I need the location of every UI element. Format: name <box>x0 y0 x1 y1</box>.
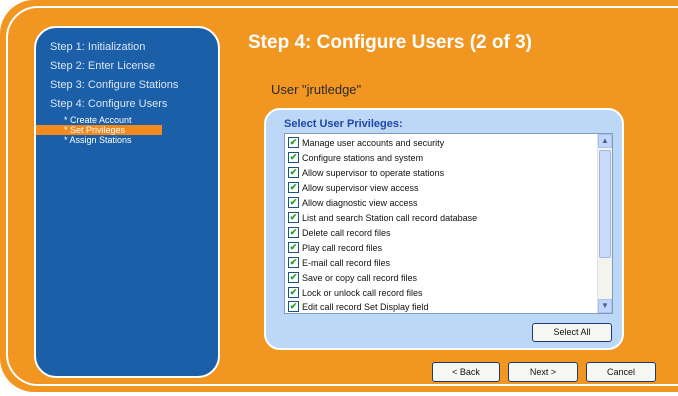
user-label: User "jrutledge" <box>271 82 362 97</box>
checkbox-checked-icon[interactable]: ✔ <box>288 272 299 284</box>
checkbox-checked-icon[interactable]: ✔ <box>288 227 299 239</box>
privilege-item[interactable]: ✔ Allow diagnostic view access <box>288 196 418 210</box>
privilege-label: Lock or unlock call record files <box>302 288 423 298</box>
substep-set-privileges: * Set Privileges <box>36 125 162 135</box>
privilege-item[interactable]: ✔ Edit call record Set Display field <box>288 300 429 313</box>
privilege-item[interactable]: ✔ Manage user accounts and security <box>288 136 444 150</box>
privilege-item[interactable]: ✔ Play call record files <box>288 241 382 255</box>
privilege-label: Play call record files <box>302 243 383 253</box>
steps-sidebar: Step 1: Initialization Step 2: Enter Lic… <box>34 26 220 378</box>
step-configure-stations: Step 3: Configure Stations <box>50 79 179 91</box>
substep-create-account: * Create Account <box>64 115 132 125</box>
cancel-button[interactable]: Cancel <box>586 362 656 382</box>
checkbox-checked-icon[interactable]: ✔ <box>288 182 299 194</box>
checkbox-checked-icon[interactable]: ✔ <box>288 152 299 164</box>
checkbox-checked-icon[interactable]: ✔ <box>288 212 299 224</box>
step-enter-license: Step 2: Enter License <box>50 60 156 72</box>
privilege-label: Delete call record files <box>302 228 391 238</box>
scroll-thumb[interactable] <box>599 150 611 258</box>
substep-list: * Create Account * Set Privileges * Assi… <box>36 115 218 145</box>
privilege-label: List and search Station call record data… <box>302 213 478 223</box>
step-initialization: Step 1: Initialization <box>50 41 146 53</box>
privilege-label: Manage user accounts and security <box>302 138 445 148</box>
next-button[interactable]: Next > <box>508 362 578 382</box>
privilege-item[interactable]: ✔ Lock or unlock call record files <box>288 286 423 300</box>
privilege-label: Allow supervisor view access <box>302 183 419 193</box>
privilege-label: Configure stations and system <box>302 153 424 163</box>
page-title: Step 4: Configure Users (2 of 3) <box>248 32 532 53</box>
privilege-label: Allow diagnostic view access <box>302 198 418 208</box>
select-all-button[interactable]: Select All <box>532 323 612 342</box>
checkbox-checked-icon[interactable]: ✔ <box>288 137 299 149</box>
privileges-list: ✔ Manage user accounts and security ✔ Conf… <box>284 133 613 314</box>
privileges-heading: Select User Privileges: <box>284 118 403 130</box>
privileges-scrollbar[interactable]: ▲ ▼ <box>597 134 612 313</box>
scroll-up-icon[interactable]: ▲ <box>598 134 612 148</box>
privilege-label: Edit call record Set Display field <box>302 302 429 312</box>
privilege-label: Allow supervisor to operate stations <box>302 168 445 178</box>
back-button[interactable]: < Back <box>432 362 500 382</box>
step-configure-users: Step 4: Configure Users <box>50 98 168 110</box>
privilege-item[interactable]: ✔ Configure stations and system <box>288 151 423 165</box>
checkbox-checked-icon[interactable]: ✔ <box>288 257 299 269</box>
privilege-item[interactable]: ✔ Save or copy call record files <box>288 271 417 285</box>
privilege-item[interactable]: ✔ Allow supervisor to operate stations <box>288 166 444 180</box>
privilege-label: E-mail call record files <box>302 258 391 268</box>
privileges-panel: Select User Privileges: ✔ Manage user acc… <box>264 108 624 350</box>
privilege-item[interactable]: ✔ E-mail call record files <box>288 256 390 270</box>
checkbox-checked-icon[interactable]: ✔ <box>288 287 299 299</box>
substep-assign-stations: * Assign Stations <box>64 135 132 145</box>
checkbox-checked-icon[interactable]: ✔ <box>288 301 299 313</box>
privilege-label: Save or copy call record files <box>302 273 418 283</box>
privilege-item[interactable]: ✔ Delete call record files <box>288 226 391 240</box>
privilege-item[interactable]: ✔ List and search Station call record dat… <box>288 211 477 225</box>
checkbox-checked-icon[interactable]: ✔ <box>288 197 299 209</box>
checkbox-checked-icon[interactable]: ✔ <box>288 242 299 254</box>
scroll-down-icon[interactable]: ▼ <box>598 299 612 313</box>
checkbox-checked-icon[interactable]: ✔ <box>288 167 299 179</box>
wizard-frame: Step 1: Initialization Step 2: Enter Lic… <box>0 0 678 392</box>
privilege-item[interactable]: ✔ Allow supervisor view access <box>288 181 419 195</box>
